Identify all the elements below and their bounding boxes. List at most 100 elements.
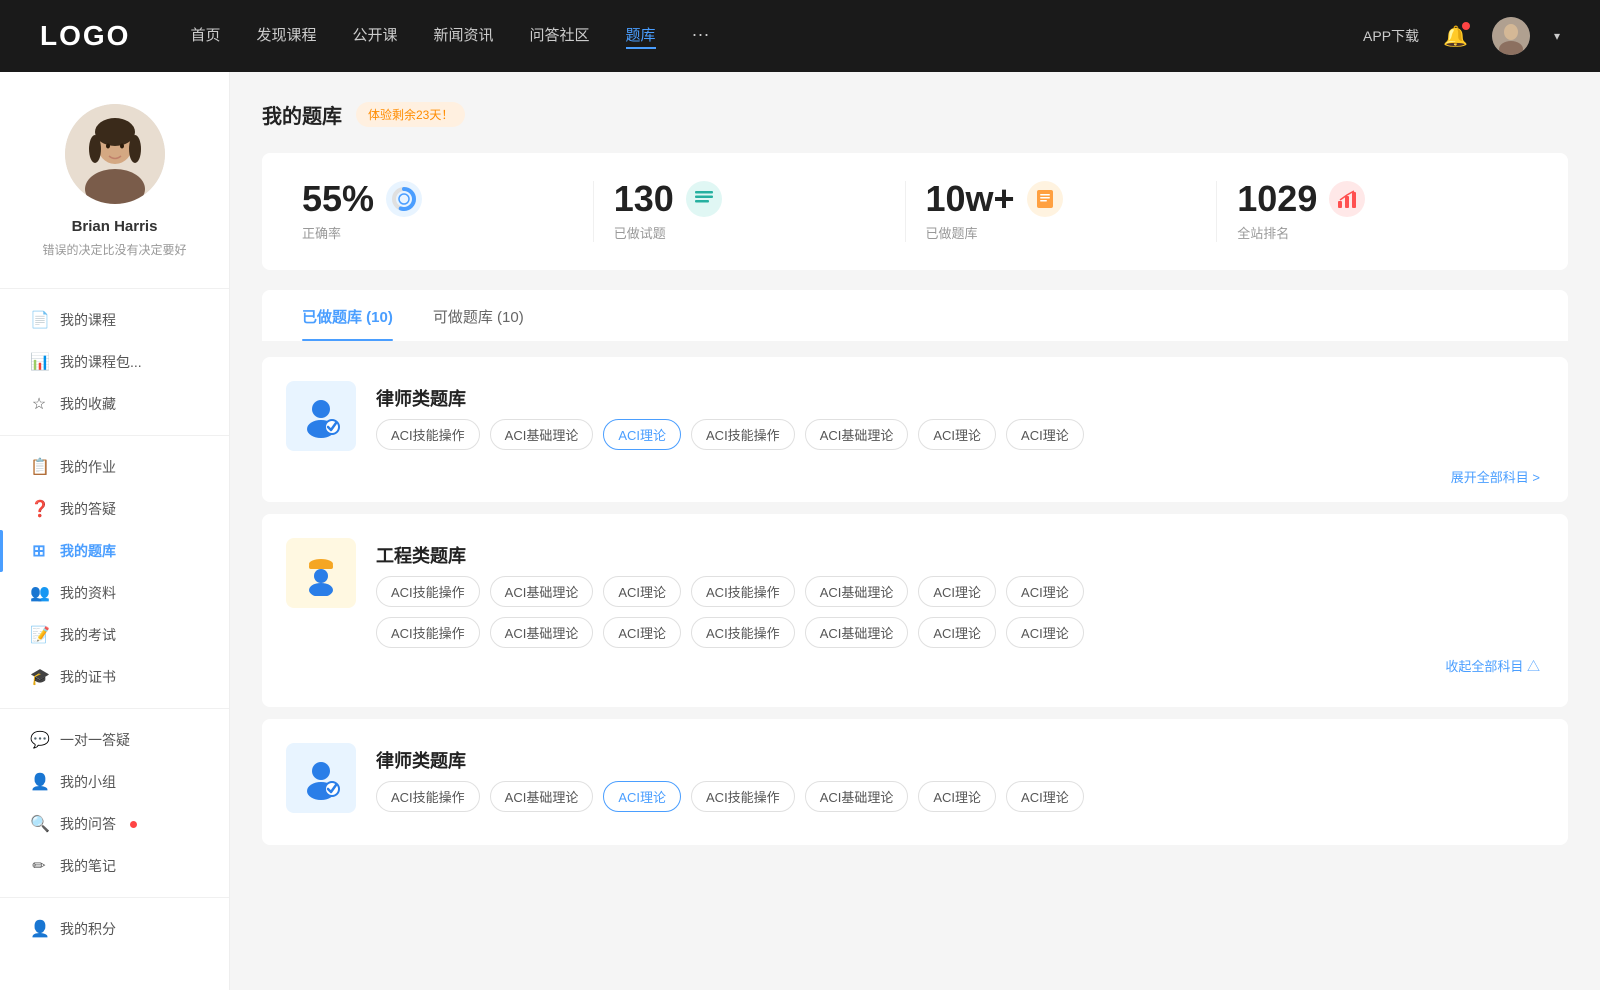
- tag-lawyer-2-3[interactable]: ACI技能操作: [691, 781, 795, 812]
- nav-qa[interactable]: 问答社区: [530, 24, 590, 49]
- tag-engineer-s4[interactable]: ACI基础理论: [805, 617, 909, 648]
- page-header: 我的题库 体验剩余23天！: [262, 100, 1568, 129]
- tag-lawyer-1-1[interactable]: ACI基础理论: [490, 419, 594, 450]
- qbank-info-lawyer-1: 律师类题库 ACI技能操作 ACI基础理论 ACI理论 ACI技能操作 ACI基…: [376, 381, 1084, 450]
- tag-lawyer-2-4[interactable]: ACI基础理论: [805, 781, 909, 812]
- qbank-card-lawyer-2: 律师类题库 ACI技能操作 ACI基础理论 ACI理论 ACI技能操作 ACI基…: [262, 719, 1568, 845]
- stat-done-banks-label: 已做题库: [926, 223, 978, 242]
- tag-lawyer-1-4[interactable]: ACI基础理论: [805, 419, 909, 450]
- tag-engineer-s2[interactable]: ACI理论: [603, 617, 681, 648]
- tag-engineer-6[interactable]: ACI理论: [1006, 576, 1084, 607]
- user-dropdown-arrow[interactable]: ▾: [1554, 29, 1560, 43]
- tags-row-lawyer-2: ACI技能操作 ACI基础理论 ACI理论 ACI技能操作 ACI基础理论 AC…: [376, 781, 1084, 812]
- navbar: LOGO 首页 发现课程 公开课 新闻资讯 问答社区 题库 ··· APP下载 …: [0, 0, 1600, 72]
- tag-lawyer-2-1[interactable]: ACI基础理论: [490, 781, 594, 812]
- sidebar-item-materials[interactable]: 👥 我的资料: [0, 572, 229, 614]
- tag-engineer-2[interactable]: ACI理论: [603, 576, 681, 607]
- chat-icon: 💬: [30, 730, 48, 750]
- main-content: 我的题库 体验剩余23天！ 55% 正确率: [230, 72, 1600, 990]
- sidebar-label-my-courses: 我的课程: [60, 310, 116, 330]
- sidebar-item-homework[interactable]: 📋 我的作业: [0, 446, 229, 488]
- tag-engineer-s3[interactable]: ACI技能操作: [691, 617, 795, 648]
- profile-section: Brian Harris 错误的决定比没有决定要好: [0, 72, 229, 278]
- sidebar-label-favorites: 我的收藏: [60, 394, 116, 414]
- sidebar-item-notes[interactable]: ✏ 我的笔记: [0, 845, 229, 887]
- question-mark-icon: 🔍: [30, 814, 48, 834]
- tags-row-lawyer-1: ACI技能操作 ACI基础理论 ACI理论 ACI技能操作 ACI基础理论 AC…: [376, 419, 1084, 450]
- sidebar-item-my-group[interactable]: 👤 我的小组: [0, 761, 229, 803]
- stat-done-questions-top: 130: [614, 181, 722, 217]
- sidebar-label-question-bank: 我的题库: [60, 541, 116, 561]
- nav-question-bank[interactable]: 题库: [626, 24, 656, 49]
- tag-lawyer-1-6[interactable]: ACI理论: [1006, 419, 1084, 450]
- done-banks-icon: [1027, 181, 1063, 217]
- sidebar-label-my-qa: 我的问答: [60, 814, 116, 834]
- tag-lawyer-1-3[interactable]: ACI技能操作: [691, 419, 795, 450]
- tag-engineer-5[interactable]: ACI理论: [918, 576, 996, 607]
- points-icon: 👤: [30, 919, 48, 939]
- sidebar-item-points[interactable]: 👤 我的积分: [0, 908, 229, 950]
- tag-lawyer-2-5[interactable]: ACI理论: [918, 781, 996, 812]
- stat-rank-top: 1029: [1237, 181, 1365, 217]
- stat-done-banks-top: 10w+: [926, 181, 1063, 217]
- sidebar-divider-1: [0, 435, 229, 436]
- lawyer-icon-wrap-2: [286, 743, 356, 813]
- tag-engineer-s5[interactable]: ACI理论: [918, 617, 996, 648]
- sidebar-item-exams[interactable]: 📝 我的考试: [0, 614, 229, 656]
- tag-engineer-s0[interactable]: ACI技能操作: [376, 617, 480, 648]
- tag-engineer-0[interactable]: ACI技能操作: [376, 576, 480, 607]
- sidebar-label-1on1-qa: 一对一答疑: [60, 730, 130, 750]
- tab-done-banks[interactable]: 已做题库 (10): [282, 290, 413, 341]
- nav-open-course[interactable]: 公开课: [352, 24, 397, 49]
- tag-lawyer-1-5[interactable]: ACI理论: [918, 419, 996, 450]
- nav-more[interactable]: ···: [692, 24, 710, 49]
- question-circle-icon: ❓: [30, 499, 48, 519]
- tag-engineer-s1[interactable]: ACI基础理论: [490, 617, 594, 648]
- done-questions-icon: [686, 181, 722, 217]
- nav-home[interactable]: 首页: [190, 24, 220, 49]
- sidebar-item-certificates[interactable]: 🎓 我的证书: [0, 656, 229, 698]
- collapse-link-engineer[interactable]: 收起全部科目 △: [376, 656, 1544, 675]
- tags-row-engineer-2: ACI技能操作 ACI基础理论 ACI理论 ACI技能操作 ACI基础理论 AC…: [376, 617, 1544, 648]
- stat-rank-label: 全站排名: [1237, 223, 1289, 242]
- notification-bell[interactable]: 🔔: [1443, 24, 1468, 49]
- qbank-card-engineer: 工程类题库 ACI技能操作 ACI基础理论 ACI理论 ACI技能操作 ACI基…: [262, 514, 1568, 707]
- qbank-header-lawyer-1: 律师类题库 ACI技能操作 ACI基础理论 ACI理论 ACI技能操作 ACI基…: [286, 381, 1544, 451]
- app-download-button[interactable]: APP下载: [1363, 26, 1419, 46]
- qbank-header-engineer: 工程类题库 ACI技能操作 ACI基础理论 ACI理论 ACI技能操作 ACI基…: [286, 538, 1544, 675]
- sidebar-item-my-courses[interactable]: 📄 我的课程: [0, 299, 229, 341]
- qbank-title-lawyer-2: 律师类题库: [376, 743, 1084, 773]
- tag-engineer-3[interactable]: ACI技能操作: [691, 576, 795, 607]
- logo[interactable]: LOGO: [40, 20, 130, 52]
- sidebar-item-question-bank[interactable]: ⊞ 我的题库: [0, 530, 229, 572]
- tag-lawyer-1-0[interactable]: ACI技能操作: [376, 419, 480, 450]
- sidebar-item-my-qa[interactable]: 🔍 我的问答: [0, 803, 229, 845]
- nav-news[interactable]: 新闻资讯: [434, 24, 494, 49]
- sidebar-divider-top: [0, 288, 229, 289]
- sidebar-label-qa: 我的答疑: [60, 499, 116, 519]
- tag-engineer-s6[interactable]: ACI理论: [1006, 617, 1084, 648]
- page-title: 我的题库: [262, 100, 342, 129]
- sidebar-item-favorites[interactable]: ☆ 我的收藏: [0, 383, 229, 425]
- tab-available-banks[interactable]: 可做题库 (10): [413, 290, 544, 341]
- sidebar-label-exams: 我的考试: [60, 625, 116, 645]
- tag-lawyer-2-0[interactable]: ACI技能操作: [376, 781, 480, 812]
- tag-lawyer-1-2[interactable]: ACI理论: [603, 419, 681, 450]
- sidebar-label-course-packages: 我的课程包...: [60, 352, 142, 372]
- sidebar-item-1on1-qa[interactable]: 💬 一对一答疑: [0, 719, 229, 761]
- tag-lawyer-2-6[interactable]: ACI理论: [1006, 781, 1084, 812]
- expand-link-lawyer-1[interactable]: 展开全部科目 >: [286, 467, 1544, 486]
- nav-discover[interactable]: 发现课程: [256, 24, 316, 49]
- tag-engineer-4[interactable]: ACI基础理论: [805, 576, 909, 607]
- qbank-card-lawyer-1: 律师类题库 ACI技能操作 ACI基础理论 ACI理论 ACI技能操作 ACI基…: [262, 357, 1568, 502]
- nav-links: 首页 发现课程 公开课 新闻资讯 问答社区 题库 ···: [190, 24, 1363, 49]
- sidebar-label-points: 我的积分: [60, 919, 116, 939]
- file-icon: 📄: [30, 310, 48, 330]
- tag-engineer-1[interactable]: ACI基础理论: [490, 576, 594, 607]
- file-text-icon: 📝: [30, 625, 48, 645]
- tag-lawyer-2-2[interactable]: ACI理论: [603, 781, 681, 812]
- sidebar-item-qa[interactable]: ❓ 我的答疑: [0, 488, 229, 530]
- sidebar-item-course-packages[interactable]: 📊 我的课程包...: [0, 341, 229, 383]
- user-avatar[interactable]: [1492, 17, 1530, 55]
- qbank-header-lawyer-2: 律师类题库 ACI技能操作 ACI基础理论 ACI理论 ACI技能操作 ACI基…: [286, 743, 1544, 813]
